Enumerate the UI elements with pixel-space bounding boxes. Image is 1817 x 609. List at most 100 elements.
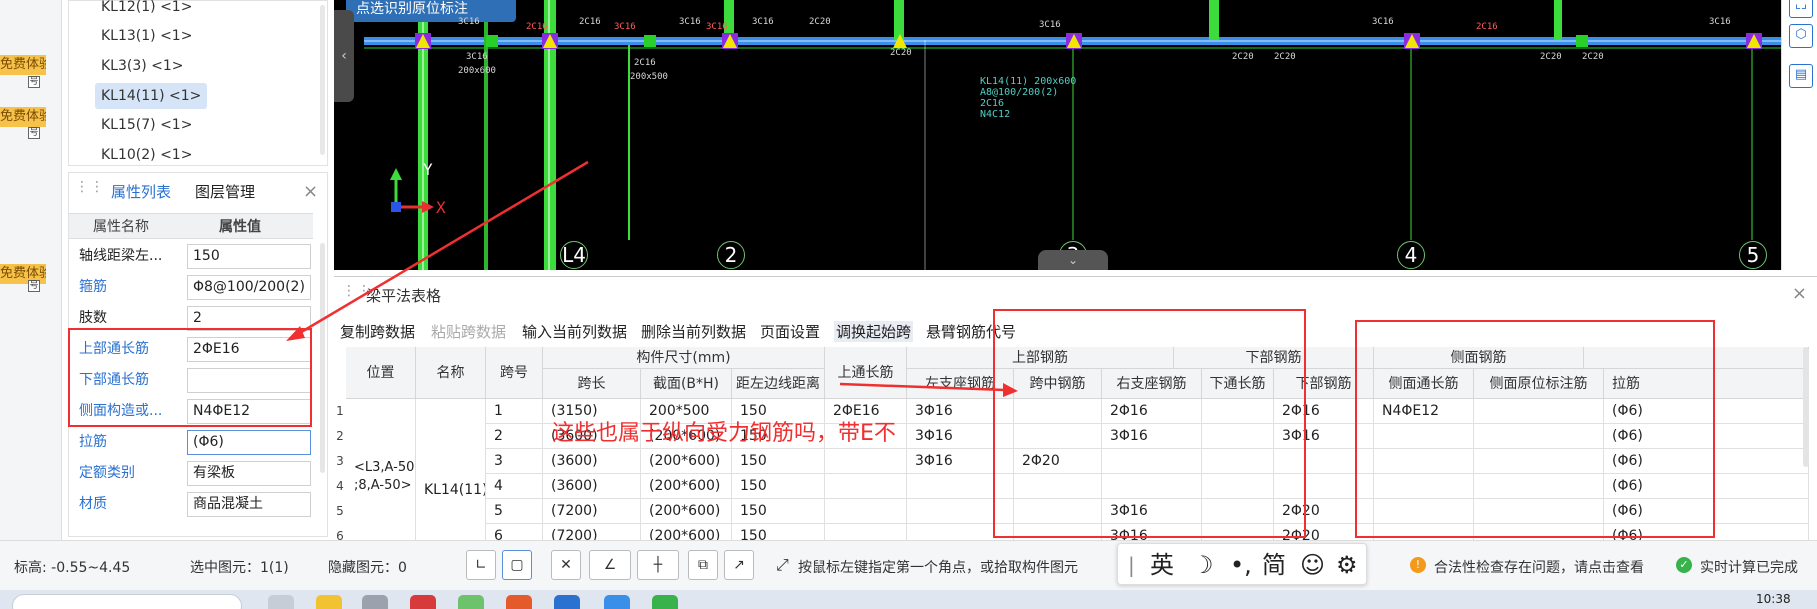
ortho-icon[interactable]: ∟ xyxy=(466,550,496,580)
app-icon[interactable] xyxy=(268,595,294,609)
warning-text[interactable]: 合法性检查存在问题，请点击查看 xyxy=(1434,557,1644,577)
ime-grip-icon[interactable]: | xyxy=(1128,550,1135,580)
table-cell[interactable] xyxy=(1374,474,1474,499)
table-cell[interactable] xyxy=(1374,499,1474,524)
table-cell[interactable]: (200*600) xyxy=(641,499,732,524)
taskbar-search[interactable] xyxy=(12,594,242,609)
table-cell[interactable]: 2 xyxy=(486,424,543,449)
snap-icon[interactable]: ┼ xyxy=(637,550,679,580)
property-name[interactable]: 上部通长筋 xyxy=(79,334,187,365)
gear-icon[interactable]: ⚙ xyxy=(1336,550,1358,580)
close-icon[interactable]: × xyxy=(1792,283,1807,304)
property-name[interactable]: 材质 xyxy=(79,489,187,520)
table-cell[interactable] xyxy=(1102,474,1202,499)
table-cell[interactable] xyxy=(907,474,1014,499)
table-cell[interactable] xyxy=(1202,524,1274,541)
property-name[interactable]: 箍筋 xyxy=(79,272,187,303)
table-cell[interactable]: N4ΦE12 xyxy=(1374,399,1474,424)
table-cell[interactable] xyxy=(1374,424,1474,449)
page-setup-button[interactable]: 页面设置 xyxy=(760,321,820,342)
copy-span-button[interactable]: 复制跨数据 xyxy=(340,321,415,342)
ime-simplified-toggle[interactable]: 简 xyxy=(1262,550,1286,580)
table-cell[interactable] xyxy=(1474,424,1604,449)
component-item-selected[interactable]: KL14(11) <1> xyxy=(95,83,208,109)
table-cell[interactable]: (Φ6) xyxy=(1604,499,1809,524)
component-item[interactable]: KL13(1) <1> xyxy=(95,23,198,49)
moon-icon[interactable]: ☽ xyxy=(1192,550,1214,580)
property-value-focused[interactable]: (Φ6) xyxy=(187,430,311,455)
table-cell[interactable] xyxy=(1202,399,1274,424)
span-marker[interactable] xyxy=(644,35,656,47)
select-box-icon[interactable]: ▢ xyxy=(502,550,532,580)
table-cell[interactable] xyxy=(825,524,907,541)
property-value[interactable]: 2ΦE16 xyxy=(187,337,311,362)
table-cell[interactable]: 150 xyxy=(732,449,825,474)
fullscreen-icon[interactable]: ⌞⌟ xyxy=(1789,0,1813,18)
table-cell[interactable]: (200*600) xyxy=(641,474,732,499)
table-cell[interactable] xyxy=(1202,424,1274,449)
table-cell[interactable]: (3600) xyxy=(543,474,641,499)
app-icon[interactable] xyxy=(652,595,678,609)
table-cell[interactable] xyxy=(1014,524,1102,541)
close-icon[interactable]: × xyxy=(303,183,318,201)
input-column-button[interactable]: 输入当前列数据 xyxy=(522,321,627,342)
table-cell[interactable]: (Φ6) xyxy=(1604,424,1809,449)
table-cell[interactable]: (3600) xyxy=(543,449,641,474)
app-icon[interactable] xyxy=(458,595,484,609)
paste-span-button[interactable]: 粘贴跨数据 xyxy=(431,321,506,342)
tab-property-list[interactable]: 属性列表 xyxy=(111,181,171,207)
table-cell[interactable]: 3Φ16 xyxy=(907,424,1014,449)
browser-icon[interactable] xyxy=(506,595,532,609)
table-cell[interactable] xyxy=(1474,449,1604,474)
drag-handle-icon[interactable]: ⋮⋮ xyxy=(342,284,371,298)
property-value[interactable] xyxy=(187,368,311,393)
app-icon[interactable] xyxy=(604,595,630,609)
table-cell[interactable] xyxy=(1202,449,1274,474)
table-cell[interactable] xyxy=(825,474,907,499)
table-cell[interactable] xyxy=(1474,499,1604,524)
ime-lang-toggle[interactable]: 英 xyxy=(1150,550,1174,580)
table-cell[interactable] xyxy=(1014,399,1102,424)
table-cell[interactable] xyxy=(1014,499,1102,524)
component-item[interactable]: KL15(7) <1> xyxy=(95,112,198,138)
property-value[interactable]: 有梁板 xyxy=(187,461,311,486)
component-item[interactable]: KL10(2) <1> xyxy=(95,142,198,168)
app-icon[interactable] xyxy=(554,595,580,609)
app-icon[interactable] xyxy=(362,595,388,609)
3d-view-icon[interactable]: ⬡ xyxy=(1789,24,1813,48)
drag-handle-icon[interactable]: ⋮⋮ xyxy=(75,180,104,194)
layer-view-icon[interactable]: ▤ xyxy=(1789,64,1813,88)
swap-start-span-button[interactable]: 调换起始跨 xyxy=(834,321,914,342)
table-cell[interactable]: 3Φ16 xyxy=(1102,424,1202,449)
punctuation-icon[interactable]: •, xyxy=(1230,550,1252,580)
list-scrollbar[interactable] xyxy=(320,5,325,155)
component-item[interactable]: KL12(1) <1> xyxy=(95,0,198,20)
table-cell[interactable]: 2Φ20 xyxy=(1014,449,1102,474)
collapse-panel-icon[interactable]: ‹ xyxy=(334,10,354,102)
tab-layer-manage[interactable]: 图层管理 xyxy=(195,181,255,207)
table-scrollbar[interactable] xyxy=(1803,347,1809,467)
table-cell[interactable] xyxy=(1474,474,1604,499)
property-name[interactable]: 下部通长筋 xyxy=(79,365,187,396)
table-cell[interactable]: 2Φ20 xyxy=(1274,524,1374,541)
promo-badge[interactable]: 免费体验 xyxy=(0,107,46,127)
property-value[interactable]: 2 xyxy=(187,306,311,331)
table-cell[interactable]: 1 xyxy=(486,399,543,424)
property-value[interactable]: 150 xyxy=(187,244,311,269)
table-cell[interactable]: 3Φ16 xyxy=(1274,424,1374,449)
table-cell[interactable] xyxy=(1102,449,1202,474)
property-scrollbar[interactable] xyxy=(320,243,325,473)
identify-annotation-button[interactable]: 点选识别原位标注 xyxy=(346,0,516,22)
table-cell[interactable]: 3 xyxy=(486,449,543,474)
copy-view-icon[interactable]: ⧉ xyxy=(688,550,718,580)
table-cell[interactable]: 5 xyxy=(486,499,543,524)
table-cell[interactable]: 150 xyxy=(732,499,825,524)
table-cell[interactable]: (Φ6) xyxy=(1604,474,1809,499)
cantilever-code-button[interactable]: 悬臂钢筋代号 xyxy=(926,321,1016,342)
table-cell[interactable]: 3Φ16 xyxy=(907,449,1014,474)
property-name[interactable]: 定额类别 xyxy=(79,458,187,489)
table-cell[interactable]: 3Φ16 xyxy=(907,399,1014,424)
table-cell[interactable]: 3Φ16 xyxy=(1102,499,1202,524)
table-cell[interactable]: 150 xyxy=(732,524,825,541)
table-cell[interactable] xyxy=(1474,524,1604,541)
